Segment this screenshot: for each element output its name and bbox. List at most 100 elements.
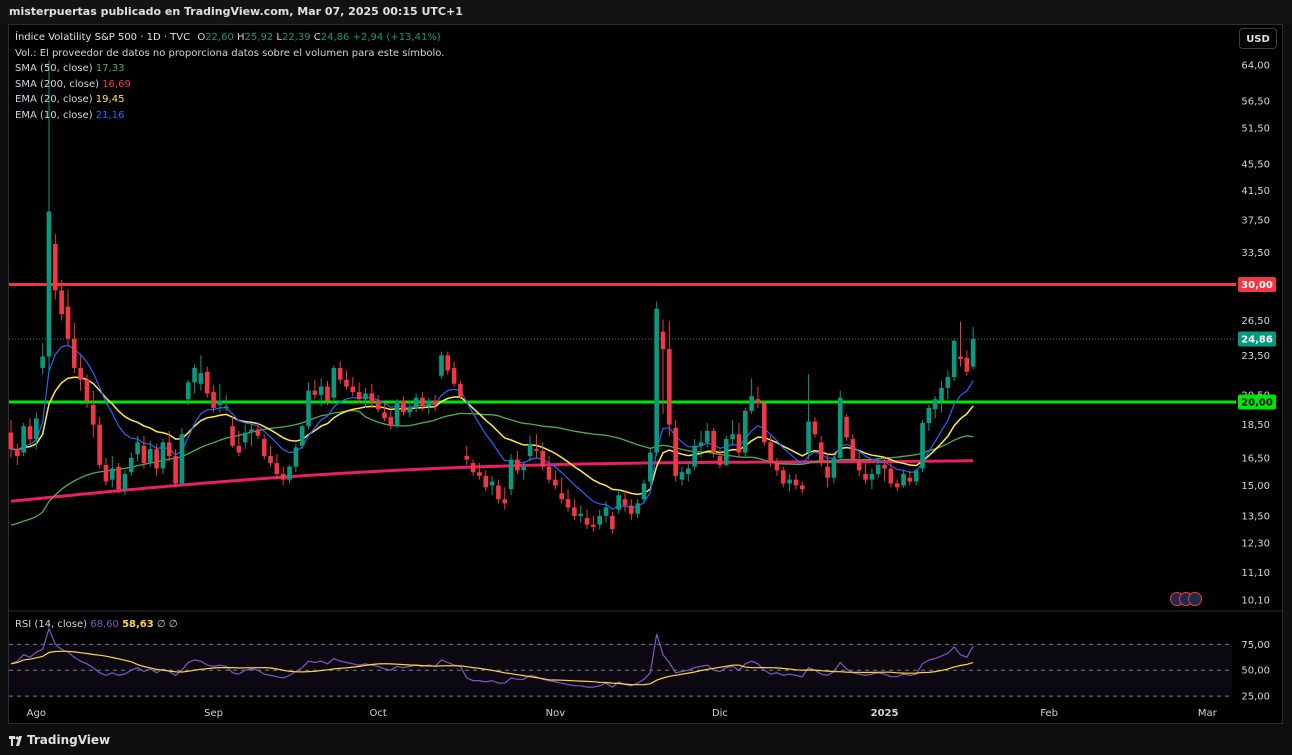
candle bbox=[337, 361, 343, 384]
symbol-name[interactable]: Índice Volatility S&P 500 · 1D · TVC bbox=[15, 32, 190, 43]
candle-body bbox=[527, 444, 533, 457]
indicator-sma50[interactable]: SMA (50, close) 17,33 bbox=[15, 61, 444, 77]
candle bbox=[116, 463, 121, 494]
indicator-ema20[interactable]: EMA (20, close) 19,45 bbox=[15, 92, 444, 108]
rsi-label: RSI (14, close) bbox=[15, 619, 88, 630]
indicator-label: SMA (200, close) bbox=[15, 78, 99, 90]
candle bbox=[451, 361, 457, 387]
candle-body bbox=[375, 400, 381, 410]
candle bbox=[192, 364, 197, 394]
candle bbox=[204, 366, 210, 398]
candle bbox=[629, 499, 634, 521]
candle-body bbox=[46, 211, 52, 357]
candle bbox=[964, 350, 970, 376]
candle-body bbox=[856, 459, 862, 471]
tradingview-logo[interactable]: TradingView bbox=[9, 733, 110, 747]
candle-body bbox=[236, 445, 242, 453]
candle-body bbox=[686, 468, 691, 475]
time-tick-label: 2025 bbox=[871, 708, 899, 719]
candle-body bbox=[59, 290, 64, 315]
candle bbox=[401, 396, 406, 416]
candle bbox=[863, 459, 868, 484]
candle bbox=[508, 454, 514, 496]
candle-body bbox=[261, 439, 267, 457]
candle-body bbox=[894, 483, 900, 488]
resistance-price-tag-text: 30,00 bbox=[1241, 280, 1273, 291]
candle-body bbox=[464, 456, 470, 460]
candle bbox=[426, 397, 432, 414]
candle-body bbox=[198, 373, 204, 384]
candle-body bbox=[939, 387, 944, 401]
indicator-sma200[interactable]: SMA (200, close) 16,69 bbox=[15, 77, 444, 93]
candle-body bbox=[521, 466, 527, 471]
indicator-ema10[interactable]: EMA (10, close) 21,16 bbox=[15, 108, 444, 124]
candle bbox=[894, 479, 900, 492]
candle bbox=[34, 412, 39, 450]
candle-body bbox=[774, 463, 780, 471]
candle-body bbox=[553, 479, 558, 486]
candle-body bbox=[185, 382, 191, 400]
candle bbox=[970, 327, 976, 370]
candle-body bbox=[90, 404, 96, 425]
candle bbox=[15, 444, 20, 465]
candle-body bbox=[242, 432, 248, 443]
candle bbox=[654, 301, 659, 457]
indicator-label: SMA (50, close) bbox=[15, 63, 93, 74]
candle-body bbox=[84, 379, 90, 401]
footer: TradingView bbox=[0, 724, 1292, 755]
candle-body bbox=[863, 474, 868, 480]
ohlc-open-label: O bbox=[197, 32, 206, 43]
candle bbox=[844, 413, 849, 441]
candle-body bbox=[723, 439, 729, 465]
candle-body bbox=[572, 507, 577, 516]
candle-body bbox=[211, 392, 216, 408]
candle-body bbox=[742, 410, 748, 453]
candle bbox=[382, 403, 387, 422]
candle bbox=[610, 511, 615, 534]
candle bbox=[344, 370, 349, 390]
candle-body bbox=[787, 479, 792, 484]
candle bbox=[21, 423, 26, 457]
ohlc-low: 22,39 bbox=[281, 32, 311, 43]
candle-body bbox=[363, 393, 368, 400]
candle-body bbox=[920, 423, 925, 469]
candle-body bbox=[837, 397, 843, 458]
candle bbox=[818, 435, 824, 467]
time-tick-label: Dic bbox=[712, 708, 728, 719]
candle bbox=[926, 404, 932, 431]
candle-body bbox=[40, 356, 45, 368]
candle-body bbox=[116, 466, 121, 490]
candle bbox=[920, 419, 925, 473]
candle-body bbox=[717, 456, 723, 465]
candle-body bbox=[958, 356, 963, 360]
currency-button[interactable]: USD bbox=[1239, 28, 1277, 49]
candle-body bbox=[584, 518, 590, 525]
candle bbox=[679, 466, 685, 486]
price-tick-label: 13,50 bbox=[1241, 511, 1270, 522]
volume-note: Vol.: El proveedor de datos no proporcio… bbox=[15, 47, 445, 59]
candle-body bbox=[337, 367, 343, 380]
candle bbox=[280, 466, 286, 486]
candle-body bbox=[274, 463, 280, 475]
candle-body bbox=[546, 466, 552, 480]
candle-body bbox=[502, 499, 508, 504]
candle-body bbox=[629, 505, 634, 514]
candle bbox=[780, 466, 786, 488]
candle bbox=[616, 489, 621, 514]
candle bbox=[565, 489, 571, 512]
candle bbox=[470, 459, 476, 476]
candle-body bbox=[793, 479, 799, 486]
candle-body bbox=[458, 383, 463, 397]
candle-body bbox=[34, 418, 39, 440]
candle-body bbox=[27, 426, 33, 440]
candle-body bbox=[470, 463, 476, 473]
candle bbox=[293, 444, 299, 473]
candle-body bbox=[160, 442, 166, 469]
candle bbox=[730, 419, 735, 446]
candle bbox=[951, 338, 957, 382]
rsi-legend[interactable]: RSI (14, close) 68,60 58,63 ∅ ∅ bbox=[15, 617, 178, 633]
rsi-extra-1: ∅ bbox=[156, 619, 166, 630]
candle bbox=[173, 449, 178, 488]
candle-body bbox=[749, 396, 754, 411]
candle-body bbox=[299, 426, 305, 446]
